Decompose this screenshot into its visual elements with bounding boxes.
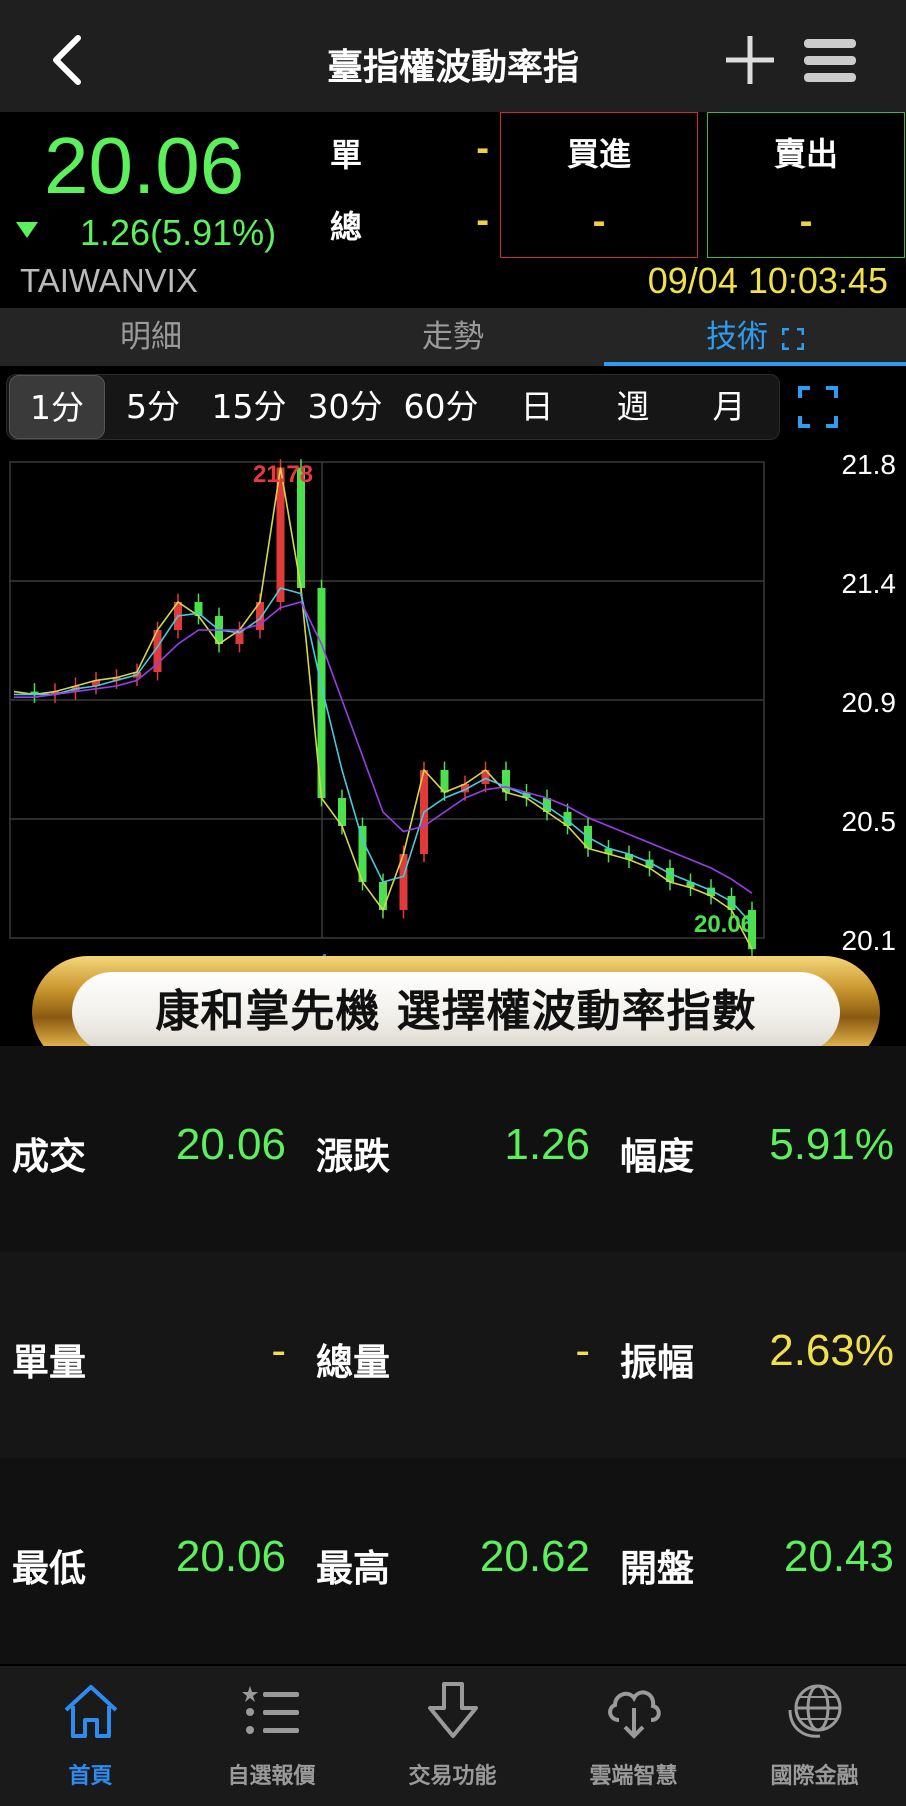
watchlist-icon [242, 1686, 299, 1734]
period-15min[interactable]: 15分 [201, 375, 297, 439]
stat-label: 最低 [12, 1547, 86, 1590]
period-day[interactable]: 日 [489, 375, 585, 439]
stat-value: - [575, 1326, 590, 1375]
ma-line-3 [14, 601, 753, 894]
nav-label: 自選報價 [227, 1764, 316, 1789]
trade-icon [428, 1682, 478, 1739]
total-volume-value: - [476, 202, 490, 240]
stats-row: 成交 20.06 漲跌 1.26 幅度 5.91% [0, 1046, 906, 1252]
period-1min[interactable]: 1分 [9, 375, 105, 439]
stats-row: 最低 20.06 最高 20.62 開盤 20.43 [0, 1458, 906, 1664]
nav-watchlist[interactable]: 自選報價 [181, 1666, 362, 1806]
last-price-label: 20.06 [694, 911, 754, 938]
nav-label: 雲端智慧 [589, 1764, 678, 1789]
nav-global[interactable]: 國際金融 [724, 1666, 905, 1806]
y-tick-label: 21.4 [842, 568, 897, 599]
stat-label: 成交 [12, 1135, 86, 1178]
stat-value: 1.26 [504, 1120, 590, 1169]
chart-panel: 1分 5分 15分 30分 60分 日 週 月 21.8 21.4 20.9 20.5… [0, 366, 906, 984]
stats-table: 成交 20.06 漲跌 1.26 幅度 5.91% 單量 - 總量 - 振幅 2… [0, 1046, 906, 1666]
stat-label: 漲跌 [316, 1135, 390, 1178]
stat-label: 最高 [316, 1547, 390, 1590]
tab-detail[interactable]: 明細 [0, 308, 302, 366]
nav-label: 交易功能 [408, 1764, 497, 1789]
single-volume-label: 單 [330, 136, 363, 174]
period-30min[interactable]: 30分 [297, 375, 393, 439]
stat-value: 5.91% [769, 1120, 894, 1169]
nav-label: 首頁 [68, 1764, 113, 1789]
add-icon[interactable] [722, 32, 778, 88]
menu-icon[interactable] [800, 36, 860, 86]
stat-value: 20.62 [479, 1532, 590, 1581]
stat-value: 20.06 [175, 1532, 286, 1581]
buy-label: 買進 [566, 135, 631, 173]
bottom-nav: 首頁 自選報價 交易功能 雲端智慧 國際金融 [0, 1666, 906, 1806]
y-tick-label: 20.9 [842, 687, 897, 718]
home-icon [64, 1685, 118, 1738]
symbol-code: TAIWANVIX [20, 262, 198, 299]
stat-label: 振幅 [620, 1341, 694, 1384]
sell-value: - [799, 203, 813, 241]
view-tabs: 明細 走勢 技術 [0, 308, 906, 366]
stat-value: - [271, 1326, 286, 1375]
quote-time: 09/04 10:03:45 [647, 260, 888, 301]
nav-trade[interactable]: 交易功能 [362, 1666, 543, 1806]
stats-row: 單量 - 總量 - 振幅 2.63% [0, 1252, 906, 1458]
y-tick-label: 20.1 [842, 925, 897, 956]
period-week[interactable]: 週 [585, 375, 681, 439]
expand-icon [781, 327, 804, 350]
stat-label: 單量 [12, 1341, 86, 1384]
y-tick-label: 21.8 [842, 449, 897, 480]
y-tick-label: 20.5 [842, 806, 897, 837]
period-selector: 1分 5分 15分 30分 60分 日 週 月 [6, 374, 780, 440]
stat-label: 幅度 [620, 1135, 694, 1178]
stat-value: 20.06 [175, 1120, 286, 1169]
high-price-label: 21.78 [253, 461, 313, 488]
period-60min[interactable]: 60分 [393, 375, 489, 439]
tab-technical-label: 技術 [706, 319, 769, 355]
nav-cloud[interactable]: 雲端智慧 [543, 1666, 724, 1806]
sell-label: 賣出 [773, 135, 838, 173]
stat-value: 2.63% [769, 1326, 894, 1375]
quote-panel: 20.06 1.26(5.91%) 單 - 總 - 買進 - 賣出 - TAIW… [0, 112, 906, 308]
fullscreen-icon[interactable] [798, 384, 838, 430]
app-header: 臺指權波動率指 [0, 0, 906, 112]
tab-technical[interactable]: 技術 [604, 308, 906, 366]
globe-icon [788, 1684, 842, 1738]
period-month[interactable]: 月 [681, 375, 777, 439]
period-5min[interactable]: 5分 [105, 375, 201, 439]
sell-box[interactable]: 賣出 - [707, 112, 905, 258]
price-change: 1.26(5.91%) [80, 212, 277, 253]
nav-home[interactable]: 首頁 [0, 1666, 181, 1806]
tab-trend[interactable]: 走勢 [302, 308, 604, 366]
single-volume-value: - [476, 130, 490, 168]
total-volume-label: 總 [330, 208, 363, 246]
ma-line-2 [14, 587, 753, 925]
buy-box[interactable]: 買進 - [500, 112, 698, 258]
candlestick-chart[interactable]: 21.821.420.920.520.121.7820.064 [0, 448, 906, 984]
buy-value: - [592, 203, 606, 241]
banner-text: 康和掌先機 選擇權波動率指數 [72, 972, 840, 1052]
cloud-icon [608, 1690, 661, 1739]
last-price: 20.06 [44, 121, 245, 210]
stat-label: 總量 [316, 1341, 390, 1384]
stat-label: 開盤 [620, 1547, 694, 1590]
nav-label: 國際金融 [770, 1764, 859, 1789]
down-triangle-icon [16, 222, 38, 238]
stat-value: 20.43 [783, 1532, 894, 1581]
